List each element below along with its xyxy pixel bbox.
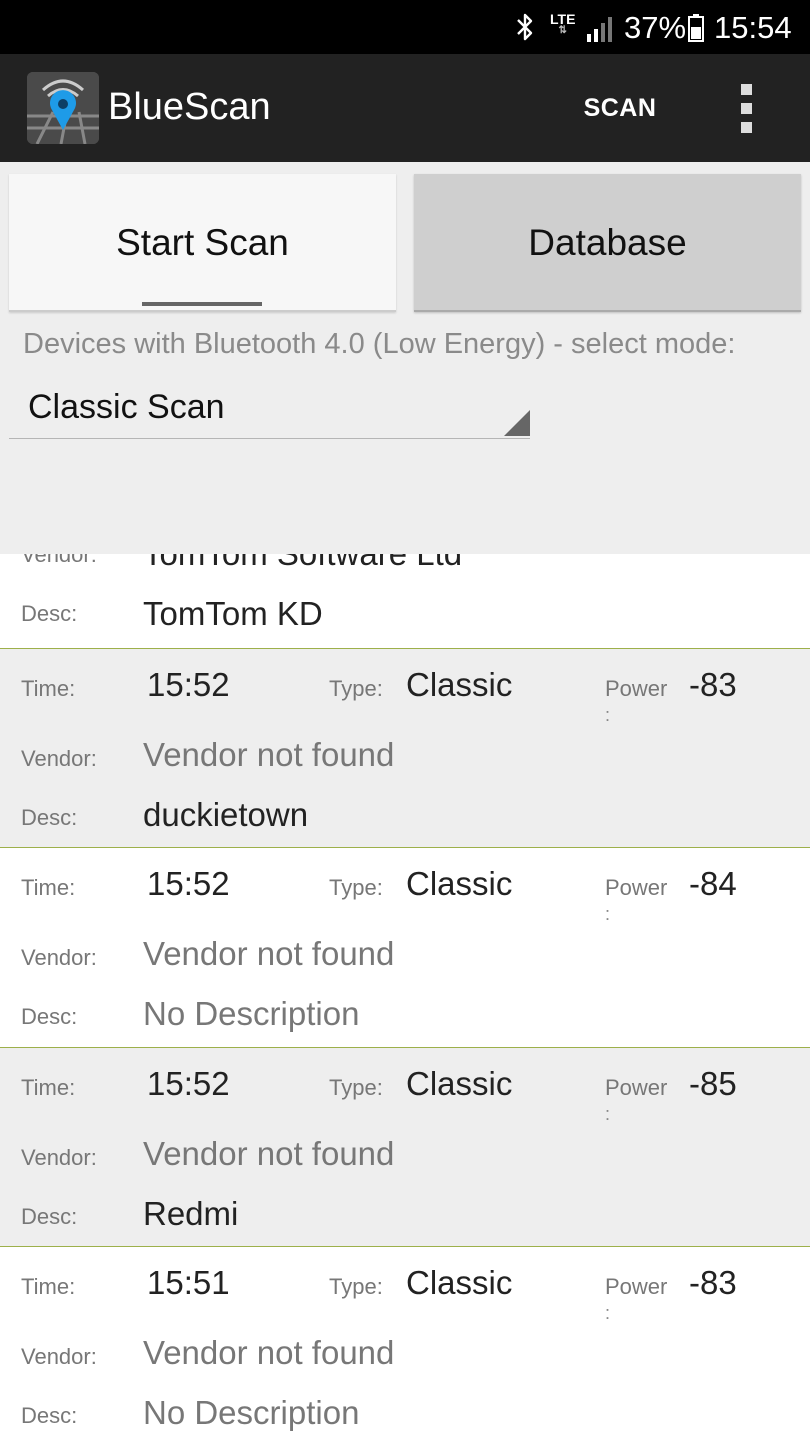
power-label: Power: [605, 1075, 668, 1100]
database-label: Database: [528, 222, 687, 263]
device-row[interactable]: Time: 15:52 Type: Classic Power : -84 Ve…: [0, 847, 810, 1047]
device-desc: No Description: [143, 1394, 360, 1431]
time-label: Time:: [21, 1274, 76, 1299]
scan-mode-value: Classic Scan: [28, 388, 225, 426]
device-power: -85: [689, 1065, 737, 1102]
device-type: Classic: [406, 666, 513, 703]
device-desc: TomTom KD: [143, 595, 323, 632]
battery-percentage: 37%: [624, 10, 687, 45]
device-row[interactable]: Time: 15:51 Type: Classic Power : -83 Ve…: [0, 1246, 810, 1440]
device-row[interactable]: Time: 15:52 Type: Classic Power : -85 Ve…: [0, 1047, 810, 1247]
device-desc: No Description: [143, 995, 360, 1032]
power-label: Power: [605, 875, 668, 900]
power-colon: :: [605, 904, 611, 924]
vendor-label: Vendor:: [21, 1344, 97, 1369]
device-time: 15:52: [147, 1065, 230, 1102]
start-scan-label: Start Scan: [116, 222, 289, 263]
power-label: Power: [605, 676, 668, 701]
device-power: -83: [689, 1264, 737, 1301]
dropdown-arrow-icon: [504, 410, 530, 436]
type-label: Type:: [329, 875, 383, 900]
time-label: Time:: [21, 676, 76, 701]
vendor-label: Vendor:: [21, 945, 97, 970]
scan-action-button[interactable]: SCAN: [570, 88, 670, 128]
type-label: Type:: [329, 1075, 383, 1100]
power-colon: :: [605, 1104, 611, 1124]
power-label: Power: [605, 1274, 668, 1299]
row-divider: [0, 1047, 810, 1048]
type-label: Type:: [329, 676, 383, 701]
power-colon: :: [605, 1303, 611, 1323]
row-divider: [0, 648, 810, 649]
device-row[interactable]: Vendor: TomTom Software Ltd Desc: TomTom…: [0, 554, 810, 648]
device-time: 15:52: [147, 865, 230, 902]
lte-icon: LTE ⇅: [550, 11, 576, 36]
scan-mode-dropdown[interactable]: Classic Scan: [9, 380, 530, 439]
device-type: Classic: [406, 865, 513, 902]
device-time: 15:52: [147, 666, 230, 703]
device-desc: duckietown: [143, 796, 309, 833]
device-list[interactable]: Vendor: TomTom Software Ltd Desc: TomTom…: [0, 554, 810, 1440]
overflow-menu-icon[interactable]: [732, 84, 762, 134]
device-time: 15:51: [147, 1264, 230, 1301]
bluetooth-pin-logo-icon: [27, 72, 99, 144]
device-power: -84: [689, 865, 737, 902]
status-clock: 15:54: [714, 10, 792, 45]
row-divider: [0, 1246, 810, 1247]
desc-label: Desc:: [21, 601, 78, 626]
battery-icon: [688, 14, 704, 42]
desc-label: Desc:: [21, 1004, 78, 1029]
desc-label: Desc:: [21, 1204, 78, 1229]
desc-label: Desc:: [21, 1403, 78, 1428]
signal-icon: [587, 17, 612, 42]
device-vendor: Vendor not found: [143, 935, 395, 972]
row-divider: [0, 847, 810, 848]
app-bar: BlueScan SCAN: [0, 54, 810, 162]
device-type: Classic: [406, 1065, 513, 1102]
bluetooth-icon: [517, 13, 533, 41]
type-label: Type:: [329, 1274, 383, 1299]
device-vendor: Vendor not found: [143, 736, 395, 773]
app-title: BlueScan: [108, 86, 271, 128]
device-desc: Redmi: [143, 1195, 239, 1232]
vendor-label: Vendor:: [21, 554, 97, 567]
device-row[interactable]: Time: 15:52 Type: Classic Power : -83 Ve…: [0, 648, 810, 848]
database-tab[interactable]: Database: [414, 174, 801, 312]
start-scan-tab[interactable]: Start Scan: [9, 174, 396, 312]
mode-label: Devices with Bluetooth 4.0 (Low Energy) …: [23, 328, 736, 360]
desc-label: Desc:: [21, 805, 78, 830]
vendor-label: Vendor:: [21, 746, 97, 771]
device-type: Classic: [406, 1264, 513, 1301]
device-power: -83: [689, 666, 737, 703]
power-colon: :: [605, 705, 611, 725]
device-vendor: Vendor not found: [143, 1334, 395, 1371]
vendor-label: Vendor:: [21, 1145, 97, 1170]
device-vendor: TomTom Software Ltd: [143, 554, 462, 574]
time-label: Time:: [21, 875, 76, 900]
app-logo: [27, 72, 99, 144]
tab-indicator: [142, 302, 262, 306]
status-bar: LTE ⇅ 37% 15:54: [0, 0, 810, 54]
scan-controls-panel: Start Scan Database Devices with Bluetoo…: [0, 162, 810, 554]
device-vendor: Vendor not found: [143, 1135, 395, 1172]
time-label: Time:: [21, 1075, 76, 1100]
